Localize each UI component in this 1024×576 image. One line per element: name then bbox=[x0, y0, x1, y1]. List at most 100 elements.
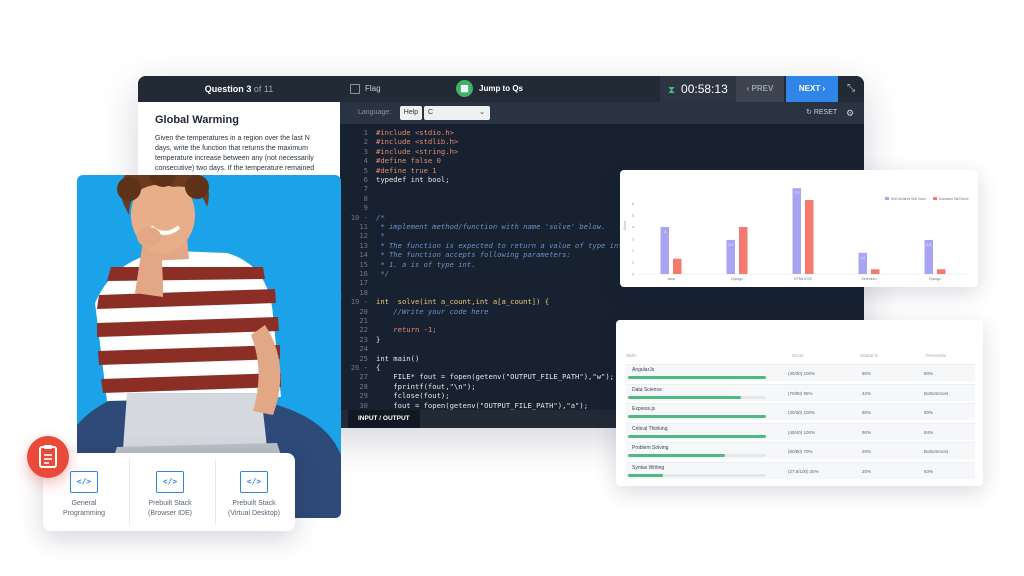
bar-assessed bbox=[739, 227, 748, 274]
skill-percentile: Bottommost bbox=[924, 449, 949, 454]
bar-value-label: 1.8 bbox=[861, 256, 866, 260]
skill-score: (30/30) 100% bbox=[788, 371, 816, 376]
help-button[interactable]: Help bbox=[400, 106, 422, 120]
code-text: * The function is expected to return a v… bbox=[376, 240, 623, 250]
next-button[interactable]: NEXT › bbox=[786, 76, 838, 102]
option-label-line2: (Virtual Desktop) bbox=[227, 510, 280, 517]
flag-toggle[interactable]: Flag bbox=[350, 76, 381, 102]
flag-checkbox[interactable] bbox=[350, 83, 360, 94]
line-number: 19 - bbox=[350, 297, 368, 307]
line-number: 3 bbox=[363, 146, 368, 156]
skill-progress-fill bbox=[628, 395, 742, 399]
line-number: 7 bbox=[363, 184, 368, 194]
skill-row: Critical Thinking (40/40) 100% 90% 84% bbox=[626, 422, 975, 440]
x-tick-label: Django bbox=[731, 277, 742, 281]
jump-to-questions-button[interactable]: ▦ Jump to Qs bbox=[456, 80, 523, 98]
tech-options-card: </> General Programming </> Prebuilt Sta… bbox=[43, 453, 295, 531]
line-number: 30 bbox=[359, 400, 368, 410]
code-text: int solve(int a_count,int a[a_count]) { bbox=[376, 297, 550, 307]
col-header-percentile: Percentile bbox=[926, 353, 947, 358]
x-tick-label: Java bbox=[667, 277, 675, 281]
option-virtual-desktop[interactable]: </> Prebuilt Stack (Virtual Desktop) bbox=[213, 461, 295, 519]
code-text: fout = fopen(getenv("OUTPUT_FILE_PATH"),… bbox=[376, 400, 589, 410]
prev-label: PREV bbox=[751, 84, 774, 93]
line-number: 28 bbox=[359, 381, 368, 391]
y-tick-label: 2 bbox=[632, 249, 634, 253]
question-total: of 11 bbox=[253, 84, 274, 94]
skill-global-percent: 42% bbox=[862, 390, 872, 396]
gear-icon[interactable]: ⚙ bbox=[846, 102, 854, 124]
option-label-line1: Prebuilt Stack bbox=[232, 500, 276, 507]
chevron-right-icon: › bbox=[820, 84, 826, 93]
y-tick-label: 5 bbox=[632, 214, 634, 218]
line-number: 17 bbox=[359, 278, 368, 288]
prev-button[interactable]: ‹ PREV bbox=[736, 76, 784, 102]
option-label-line2: (Browser IDE) bbox=[148, 510, 192, 517]
fullscreen-exit-icon[interactable]: ⤡ bbox=[838, 76, 864, 102]
line-number: 27 bbox=[359, 372, 368, 382]
hourglass-icon: ⧗ bbox=[668, 85, 676, 96]
code-text: /* bbox=[376, 212, 385, 222]
language-select[interactable]: C ⌄ bbox=[424, 106, 490, 120]
col-header-score: Score bbox=[792, 353, 804, 358]
code-text: int main() bbox=[376, 353, 420, 363]
question-prefix: Question bbox=[204, 84, 244, 94]
skill-progress-fill bbox=[628, 434, 766, 438]
skill-progress-track bbox=[628, 454, 766, 457]
question-title: Global Warming bbox=[155, 114, 239, 126]
line-number: 24 bbox=[359, 344, 368, 354]
bar-assessed bbox=[871, 269, 880, 274]
reset-button[interactable]: ↻ RESET bbox=[806, 102, 837, 124]
question-text: Given the temperatures in a region over … bbox=[155, 135, 315, 172]
code-icon: </> bbox=[70, 471, 98, 493]
next-label: NEXT bbox=[798, 84, 821, 93]
input-output-tab[interactable]: INPUT / OUTPUT bbox=[348, 410, 420, 428]
code-text: #include <stdlib.h> bbox=[376, 137, 459, 147]
skill-name: Data Science bbox=[632, 386, 662, 393]
bar-assessed bbox=[673, 258, 682, 274]
code-text: //Write your code here bbox=[376, 306, 489, 316]
browser-code-icon: </> bbox=[156, 471, 184, 493]
code-text: * bbox=[376, 231, 385, 241]
skill-row: Syntax Writing (27.5/100) 25% 20% 63% bbox=[626, 461, 975, 479]
y-tick-label: 1 bbox=[632, 261, 634, 265]
reset-icon: ↻ bbox=[806, 109, 814, 116]
skill-percentile: 84% bbox=[924, 429, 934, 435]
skill-progress-track bbox=[628, 415, 766, 418]
skill-name: Problem Solving bbox=[632, 445, 669, 451]
line-number: 25 bbox=[359, 353, 368, 363]
code-text: fprintf(fout,"\n"); bbox=[376, 381, 476, 391]
code-text: { bbox=[376, 363, 381, 372]
language-label: Language: bbox=[358, 109, 392, 116]
line-number: 4 bbox=[363, 156, 368, 166]
option-browser-ide[interactable]: </> Prebuilt Stack (Browser IDE) bbox=[129, 461, 211, 519]
line-number: 9 bbox=[363, 203, 368, 213]
x-tick-label: Selenium bbox=[862, 277, 877, 281]
skill-name: AngularJs bbox=[632, 367, 655, 373]
line-number: 23 bbox=[359, 334, 368, 344]
y-tick-label: 4 bbox=[632, 226, 634, 230]
skill-score-chart-card: 0 1 2 3 4 5 6 Score 4 Java 2.9 Django 7.3 HTML/CSS 1.8… bbox=[620, 170, 978, 287]
x-tick-label: HTML/CSS bbox=[794, 277, 813, 281]
line-number: 29 bbox=[359, 391, 368, 401]
skill-percentile: 80% bbox=[924, 371, 934, 376]
line-number: 22 bbox=[359, 325, 368, 335]
line-number: 13 bbox=[359, 240, 368, 250]
skills-table-card: Skills Score Global % Percentile Angular… bbox=[616, 320, 983, 486]
clipboard-icon bbox=[39, 445, 57, 468]
code-text: return -1; bbox=[376, 325, 437, 335]
option-label-line1: Prebuilt Stack bbox=[148, 500, 192, 507]
skill-row: AngularJs (30/30) 100% 80% 80% bbox=[626, 364, 975, 381]
skill-score: (70/90) 95% bbox=[788, 390, 813, 396]
timer-value: 00:58:13 bbox=[681, 82, 728, 96]
line-number: 12 bbox=[359, 231, 368, 241]
skill-name: Syntax Writing bbox=[632, 464, 665, 471]
line-number: 16 bbox=[359, 269, 368, 278]
legend-label: Self Declared Skill Score bbox=[891, 197, 926, 201]
y-axis-label: Score bbox=[623, 221, 627, 230]
reset-label: RESET bbox=[813, 109, 838, 116]
y-tick-label: 0 bbox=[632, 273, 634, 277]
question-counter: Question 3 of 11 bbox=[138, 76, 340, 102]
skill-score: (30/30) 100% bbox=[788, 410, 816, 415]
code-text: #define true 1 bbox=[376, 165, 437, 175]
